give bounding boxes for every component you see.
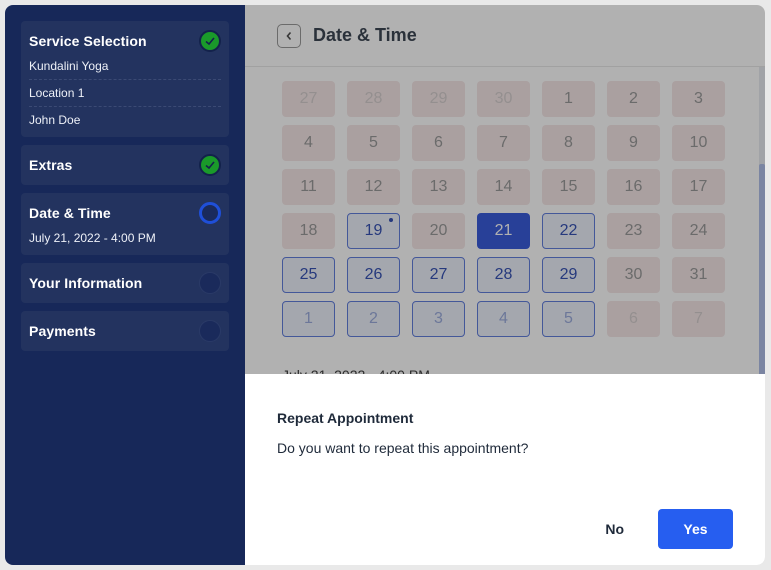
- step-date-time[interactable]: Date & Time July 21, 2022 - 4:00 PM: [21, 193, 229, 255]
- current-step-icon: [199, 202, 221, 224]
- check-icon: [199, 30, 221, 52]
- pending-step-icon: [199, 320, 221, 342]
- check-icon: [199, 154, 221, 176]
- sidebar: Service Selection Kundalini Yoga Locatio…: [5, 5, 245, 565]
- step-extras[interactable]: Extras: [21, 145, 229, 185]
- dialog-message: Do you want to repeat this appointment?: [277, 440, 529, 456]
- step-title: Date & Time: [29, 205, 111, 221]
- selected-datetime: July 21, 2022 - 4:00 PM: [29, 231, 156, 245]
- location-name: Location 1: [29, 80, 221, 107]
- step-payments[interactable]: Payments: [21, 311, 229, 351]
- step-your-information[interactable]: Your Information: [21, 263, 229, 303]
- dialog-title: Repeat Appointment: [277, 410, 414, 426]
- step-title: Payments: [29, 323, 96, 339]
- dialog-actions: No Yes: [593, 509, 733, 549]
- employee-name: John Doe: [29, 113, 81, 127]
- service-name: Kundalini Yoga: [29, 53, 221, 80]
- main-panel: Date & Time 27 28 29 30 1 2 3 4 5 6 7 8 9 10 11 12 13 14 1…: [245, 5, 765, 565]
- yes-button[interactable]: Yes: [658, 509, 733, 549]
- pending-step-icon: [199, 272, 221, 294]
- repeat-appointment-dialog: Repeat Appointment Do you want to repeat…: [245, 374, 765, 565]
- step-title: Your Information: [29, 275, 143, 291]
- step-title: Extras: [29, 157, 73, 173]
- step-service-selection[interactable]: Service Selection Kundalini Yoga Locatio…: [21, 21, 229, 137]
- no-button[interactable]: No: [593, 511, 636, 547]
- booking-app: Service Selection Kundalini Yoga Locatio…: [5, 5, 765, 565]
- step-title: Service Selection: [29, 33, 147, 49]
